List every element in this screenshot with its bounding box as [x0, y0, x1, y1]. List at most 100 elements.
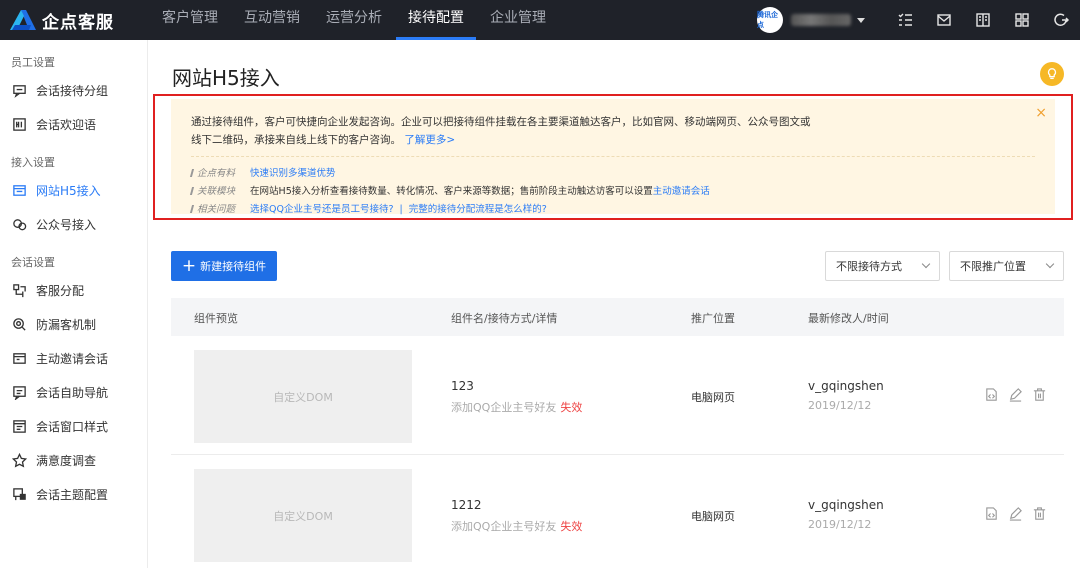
row-tag: 关联模块 [191, 186, 235, 197]
table-row: 自定义DOM 1212 添加QQ企业主号好友 失效 电脑网页 v_gqingshe… [171, 456, 1064, 568]
notice-line-1: 通过接待组件，客户可快捷向企业发起咨询。企业可以把接待组件挂载在各主要渠道触达客… [191, 116, 811, 128]
notice-line-2: 线下二维码，承接来自线上线下的客户咨询。 [191, 134, 401, 146]
sidebar-item-welcome[interactable]: 会话欢迎语 [0, 107, 147, 141]
theme-icon [11, 486, 27, 502]
topnav-marketing[interactable]: 互动营销 [232, 0, 312, 40]
topnav-customer[interactable]: 客户管理 [150, 0, 230, 40]
avatar[interactable]: 腾讯企点 [757, 7, 783, 33]
username-redacted[interactable] [791, 14, 851, 26]
promotion-position: 电脑网页 [691, 510, 735, 523]
topnav-reception-config[interactable]: 接待配置 [396, 0, 476, 40]
col-name: 组件名/接待方式/详情 [451, 312, 558, 325]
separator: | [399, 204, 403, 215]
apps-grid-icon[interactable] [1002, 0, 1041, 40]
learn-more-link[interactable]: 了解更多> [404, 134, 455, 146]
brand[interactable]: 企点客服 [0, 8, 150, 33]
table-row: 自定义DOM 123 添加QQ企业主号好友 失效 电脑网页 v_gqingshen… [171, 337, 1064, 455]
sidebar-item-label: 主动邀请会话 [36, 351, 109, 366]
topnav-analytics[interactable]: 运营分析 [314, 0, 394, 40]
promotion-position: 电脑网页 [691, 391, 735, 404]
top-right-tools: 腾讯企点 [757, 0, 1080, 40]
faq-link-2[interactable]: 完整的接待分配流程是怎么样的? [409, 204, 547, 215]
top-bar: 企点客服 客户管理 互动营销 运营分析 接待配置 企业管理 腾讯企点 [0, 0, 1080, 40]
filter-position-select[interactable]: 不限推广位置 [949, 251, 1064, 281]
sidebar-item-label: 公众号接入 [36, 217, 97, 232]
notice-description: 通过接待组件，客户可快捷向企业发起咨询。企业可以把接待组件挂载在各主要渠道触达客… [191, 113, 891, 149]
modifier-user: v_gqingshen [808, 498, 884, 512]
sidebar-item-anti-loss[interactable]: 防漏客机制 [0, 307, 147, 341]
faq-link-1[interactable]: 选择QQ企业主号还是员工号接待? [250, 204, 394, 215]
sidebar-item-navigation[interactable]: 会话自助导航 [0, 375, 147, 409]
sidebar-item-official-account[interactable]: 公众号接入 [0, 207, 147, 241]
multi-channel-link[interactable]: 快速识别多渠道优势 [250, 168, 336, 179]
filter-method-select[interactable]: 不限接待方式 [825, 251, 940, 281]
sidebar-item-label: 会话自助导航 [36, 385, 109, 400]
method-text: 添加QQ企业主号好友 [451, 401, 557, 414]
welcome-icon [11, 116, 27, 132]
notice-row-related-module: 关联模块 在网站H5接入分析查看接待数量、转化情况、客户来源等数据；售前阶段主动… [191, 183, 710, 197]
new-component-label: 新建接待组件 [200, 260, 267, 273]
component-preview[interactable]: 自定义DOM [194, 469, 412, 562]
topnav-enterprise[interactable]: 企业管理 [478, 0, 558, 40]
related-module-text: 在网站H5接入分析查看接待数量、转化情况、客户来源等数据；售前阶段主动触达访客可… [250, 186, 653, 197]
intro-notice-highlight: × 通过接待组件，客户可快捷向企业发起咨询。企业可以把接待组件挂载在各主要渠道触… [153, 94, 1073, 220]
filter-position-value: 不限推广位置 [960, 260, 1026, 273]
intro-notice: × 通过接待组件，客户可快捷向企业发起咨询。企业可以把接待组件挂载在各主要渠道触… [171, 99, 1055, 215]
logo-icon [10, 9, 36, 31]
sidebar-group-session: 会话设置 [11, 256, 55, 269]
chevron-down-icon[interactable] [857, 17, 865, 23]
sidebar-group-staff: 员工设置 [11, 56, 55, 69]
sidebar-item-label: 会话主题配置 [36, 487, 109, 502]
method-text: 添加QQ企业主号好友 [451, 520, 557, 533]
invite-session-link[interactable]: 主动邀请会话 [653, 186, 710, 197]
sidebar-item-chat-group[interactable]: 会话接待分组 [0, 73, 147, 107]
sidebar-item-distribute[interactable]: 客服分配 [0, 273, 147, 307]
col-preview: 组件预览 [194, 312, 238, 325]
code-icon[interactable] [979, 505, 1003, 521]
satisfaction-icon [11, 452, 27, 468]
distribute-icon [11, 282, 27, 298]
sidebar-item-theme[interactable]: 会话主题配置 [0, 477, 147, 511]
edit-icon[interactable] [1003, 505, 1027, 521]
task-list-icon[interactable] [885, 0, 924, 40]
app-name: 企点客服 [42, 12, 114, 33]
table-header: 组件预览 组件名/接待方式/详情 推广位置 最新修改人/时间 [171, 298, 1064, 336]
component-preview[interactable]: 自定义DOM [194, 350, 412, 443]
modifier-user: v_gqingshen [808, 379, 884, 393]
chat-group-icon [11, 82, 27, 98]
window-style-icon [11, 418, 27, 434]
page-title: 网站H5接入 [172, 66, 280, 90]
status-badge: 失效 [560, 520, 583, 533]
navigation-icon [11, 384, 27, 400]
sidebar-item-label: 会话欢迎语 [36, 117, 97, 132]
web-h5-icon [11, 182, 27, 198]
mail-icon[interactable] [924, 0, 963, 40]
lightbulb-icon[interactable] [1040, 62, 1064, 86]
sidebar: 员工设置 会话接待分组 会话欢迎语 接入设置 网站H5接入 公众号接入 会话设置… [0, 40, 148, 568]
row-actions [979, 386, 1051, 402]
sidebar-item-invite[interactable]: 主动邀请会话 [0, 341, 147, 375]
sidebar-item-satisfaction[interactable]: 满意度调查 [0, 443, 147, 477]
col-position: 推广位置 [691, 312, 735, 325]
logout-icon[interactable] [1041, 0, 1080, 40]
sidebar-item-label: 网站H5接入 [36, 183, 101, 198]
close-icon[interactable]: × [1035, 105, 1047, 121]
sidebar-item-web-h5[interactable]: 网站H5接入 [0, 173, 147, 207]
sidebar-item-label: 客服分配 [36, 283, 85, 298]
sidebar-item-window-style[interactable]: 会话窗口样式 [0, 409, 147, 443]
component-name: 1212 [451, 498, 482, 512]
book-icon[interactable] [963, 0, 1002, 40]
col-modifier: 最新修改人/时间 [808, 312, 889, 325]
delete-icon[interactable] [1027, 505, 1051, 521]
delete-icon[interactable] [1027, 386, 1051, 402]
chevron-down-icon [921, 259, 931, 269]
invite-icon [11, 350, 27, 366]
sidebar-item-label: 防漏客机制 [36, 317, 97, 332]
new-component-button[interactable]: + 新建接待组件 [171, 251, 277, 281]
code-icon[interactable] [979, 386, 1003, 402]
edit-icon[interactable] [1003, 386, 1027, 402]
notice-row-faq: 相关问题 选择QQ企业主号还是员工号接待? | 完整的接待分配流程是怎么样的? [191, 201, 547, 215]
reception-method: 添加QQ企业主号好友 失效 [451, 399, 582, 415]
filter-method-value: 不限接待方式 [836, 260, 902, 273]
component-name: 123 [451, 379, 474, 393]
